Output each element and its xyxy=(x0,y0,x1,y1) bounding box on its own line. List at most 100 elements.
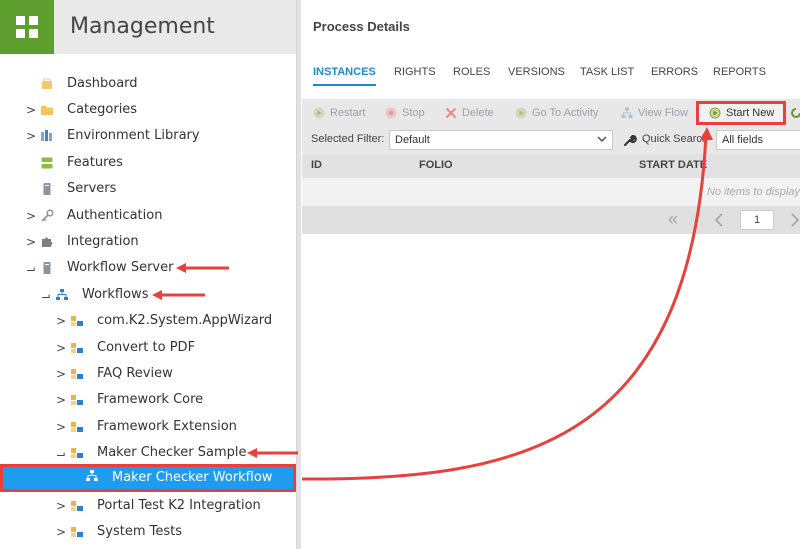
expand-chevron-icon[interactable]: > xyxy=(26,204,36,228)
selected-filter-value: Default xyxy=(395,134,430,146)
sidebar-item-dashboard[interactable]: Dashboard xyxy=(0,72,296,96)
empty-message: No items to display xyxy=(707,186,800,198)
tab-roles[interactable]: ROLES xyxy=(453,64,490,86)
toolbar: Restart Stop Delete Go To Activity View … xyxy=(302,99,800,127)
expand-chevron-icon[interactable]: > xyxy=(56,336,66,360)
app-grid-icon[interactable] xyxy=(0,0,54,54)
sidebar-item-label: Portal Test K2 Integration xyxy=(97,498,261,513)
expand-chevron-icon[interactable]: > xyxy=(56,362,66,386)
sidebar-item-label: Authentication xyxy=(67,208,163,223)
column-start-date[interactable]: START DATE xyxy=(639,159,707,171)
sidebar-header: Management xyxy=(0,0,296,54)
play-icon xyxy=(709,107,721,119)
collapse-corner-icon[interactable]: ⌐ xyxy=(41,285,51,309)
sidebar-item-faq-review[interactable]: > FAQ Review xyxy=(0,362,296,386)
sidebar-item-label: Servers xyxy=(67,181,117,196)
expand-chevron-icon[interactable]: > xyxy=(26,230,36,254)
instances-panel: Restart Stop Delete Go To Activity View … xyxy=(302,99,800,234)
filter-row: Selected Filter: Default Quick Search Al… xyxy=(302,129,800,151)
stop-icon xyxy=(385,107,397,119)
quick-search-value: All fields xyxy=(722,134,763,146)
expand-chevron-icon[interactable]: > xyxy=(56,415,66,439)
sidebar-item-label: FAQ Review xyxy=(97,366,173,381)
sidebar-item-label: com.K2.System.AppWizard xyxy=(97,313,273,328)
sidebar-item-categories[interactable]: > Categories xyxy=(0,98,296,122)
puzzle-icon xyxy=(42,237,53,247)
sidebar-item-authentication[interactable]: > Authentication xyxy=(0,204,296,228)
page-number-input[interactable]: 1 xyxy=(740,210,774,230)
features-icon xyxy=(41,157,53,169)
column-folio[interactable]: FOLIO xyxy=(419,159,453,171)
tab-errors[interactable]: ERRORS xyxy=(651,64,698,86)
sidebar-item-workflow-server[interactable]: ⌐ Workflow Server xyxy=(0,256,296,280)
first-page-icon[interactable]: « xyxy=(668,209,678,229)
sidebar-item-label: Convert to PDF xyxy=(97,340,196,355)
sidebar-item-portal-test-k2-integration[interactable]: > Portal Test K2 Integration xyxy=(0,494,296,518)
sidebar-item-environment-library[interactable]: > Environment Library xyxy=(0,124,296,148)
sidebar-item-maker-checker-workflow[interactable]: Maker Checker Workflow xyxy=(0,464,296,492)
grid-header: ID FOLIO START DATE xyxy=(302,154,800,178)
sidebar-item-label: Dashboard xyxy=(67,76,138,91)
tab-instances[interactable]: INSTANCES xyxy=(313,64,376,86)
category-icon xyxy=(71,395,83,405)
sidebar-item-framework-core[interactable]: > Framework Core xyxy=(0,388,296,412)
collapse-corner-icon[interactable]: ⌐ xyxy=(26,258,36,282)
sidebar-item-label: Integration xyxy=(67,234,139,249)
tab-reports[interactable]: REPORTS xyxy=(713,64,766,86)
workflow-icon xyxy=(621,107,633,118)
sidebar-item-maker-checker-sample[interactable]: ⌐ Maker Checker Sample xyxy=(0,441,296,465)
expand-chevron-icon[interactable]: > xyxy=(26,98,36,122)
sidebar-divider[interactable] xyxy=(296,0,301,549)
expand-chevron-icon[interactable]: > xyxy=(56,520,66,544)
server-icon xyxy=(43,183,51,195)
app-title: Management xyxy=(70,14,215,39)
sidebar-item-label: Features xyxy=(67,155,123,170)
previous-page-icon[interactable] xyxy=(714,213,724,227)
column-id[interactable]: ID xyxy=(311,159,322,171)
next-page-icon[interactable] xyxy=(790,213,800,227)
sidebar-item-label: Workflow Server xyxy=(67,260,174,275)
category-icon xyxy=(71,343,83,353)
sidebar-item-convert-to-pdf[interactable]: > Convert to PDF xyxy=(0,336,296,360)
category-icon xyxy=(71,369,83,379)
grid-body: No items to display xyxy=(302,178,800,206)
category-icon xyxy=(71,501,83,511)
sidebar-item-label: Maker Checker Sample xyxy=(97,445,247,460)
wrench-icon xyxy=(624,134,637,146)
play-icon xyxy=(313,107,325,119)
tab-versions[interactable]: VERSIONS xyxy=(508,64,565,86)
key-icon xyxy=(41,209,54,222)
sidebar-item-label: Maker Checker Workflow xyxy=(112,470,273,485)
play-icon xyxy=(515,107,527,119)
quick-search-field[interactable]: All fields xyxy=(716,130,800,150)
category-icon xyxy=(71,448,83,458)
expand-chevron-icon[interactable]: > xyxy=(56,309,66,333)
chevron-down-icon xyxy=(597,136,607,143)
workflow-icon xyxy=(56,289,68,300)
tab-task-list[interactable]: TASK LIST xyxy=(580,64,634,86)
sidebar-item-system-tests[interactable]: > System Tests xyxy=(0,520,296,544)
dashboard-icon xyxy=(42,78,52,89)
quick-search-label: Quick Search xyxy=(642,133,709,145)
sidebar-item-servers[interactable]: Servers xyxy=(0,177,296,201)
expand-chevron-icon[interactable]: > xyxy=(56,494,66,518)
sidebar-item-workflows[interactable]: ⌐ Workflows xyxy=(0,283,296,307)
sidebar-item-com-k2-system-appwizard[interactable]: > com.K2.System.AppWizard xyxy=(0,309,296,333)
category-icon xyxy=(71,527,83,537)
server-icon xyxy=(43,262,51,274)
selected-filter-dropdown[interactable]: Default xyxy=(389,130,613,150)
selected-filter-label: Selected Filter: xyxy=(311,133,385,145)
sidebar-item-framework-extension[interactable]: > Framework Extension xyxy=(0,415,296,439)
tab-rights[interactable]: RIGHTS xyxy=(394,64,436,86)
workflow-icon xyxy=(86,470,98,481)
expand-chevron-icon[interactable]: > xyxy=(56,388,66,412)
refresh-icon[interactable] xyxy=(790,106,800,120)
sidebar-item-label: Workflows xyxy=(82,287,149,302)
delete-icon xyxy=(445,107,457,119)
sidebar-item-features[interactable]: Features xyxy=(0,151,296,175)
expand-chevron-icon[interactable]: > xyxy=(26,124,36,148)
sidebar-item-integration[interactable]: > Integration xyxy=(0,230,296,254)
start-new-button[interactable]: Start New xyxy=(696,101,786,125)
category-icon xyxy=(71,316,83,326)
sidebar-item-label: Categories xyxy=(67,102,138,117)
